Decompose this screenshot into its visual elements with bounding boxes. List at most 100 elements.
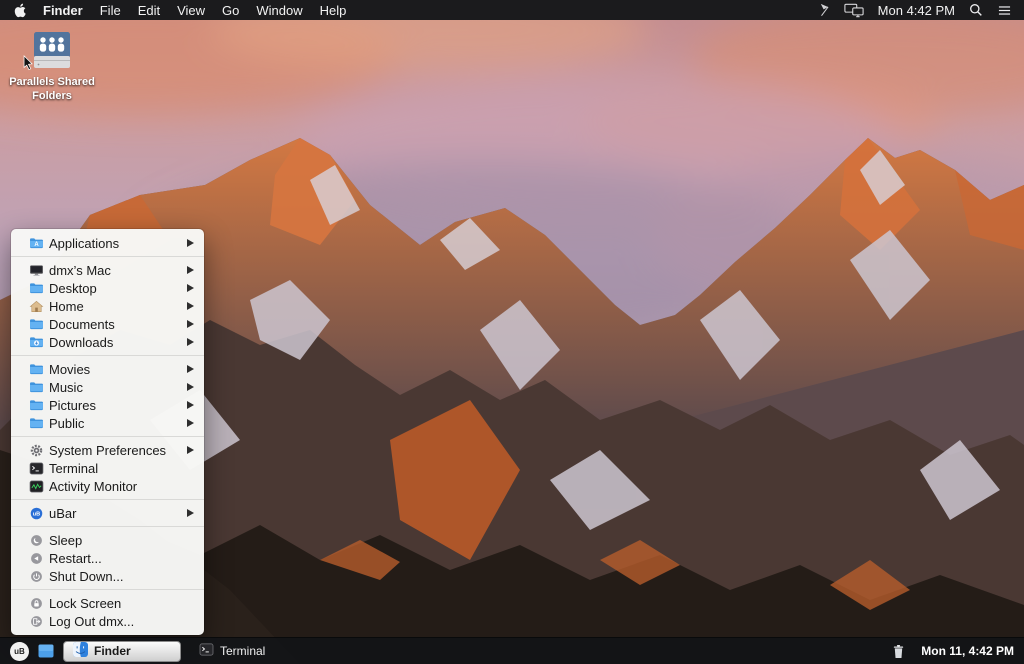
menubar-status-icons xyxy=(818,3,864,18)
submenu-arrow-icon xyxy=(187,509,194,517)
power-icon xyxy=(28,570,44,583)
menu-separator xyxy=(11,355,204,356)
menu-separator xyxy=(11,436,204,437)
menu-separator xyxy=(11,526,204,527)
shared-drive-icon xyxy=(28,30,76,72)
activity-monitor-icon xyxy=(28,480,44,493)
menubar-item-view[interactable]: View xyxy=(177,3,205,18)
menu-item-shut-down[interactable]: Shut Down... xyxy=(11,567,204,585)
svg-text:A: A xyxy=(34,242,39,248)
menu-item-system-preferences[interactable]: System Preferences xyxy=(11,441,204,459)
menu-item-downloads[interactable]: Downloads xyxy=(11,333,204,351)
trash-icon[interactable] xyxy=(892,644,905,659)
menu-item-activity-monitor[interactable]: Activity Monitor xyxy=(11,477,204,495)
menu-item-label: Movies xyxy=(49,362,90,377)
menubar-item-file[interactable]: File xyxy=(100,3,121,18)
folder-icon xyxy=(28,417,44,429)
ubar-icon: uB xyxy=(28,507,44,520)
menu-item-label: Documents xyxy=(49,317,115,332)
folder-icon xyxy=(28,363,44,375)
menu-item-restart[interactable]: Restart... xyxy=(11,549,204,567)
menubar-right-icons xyxy=(969,3,1012,17)
apple-icon xyxy=(14,3,26,18)
menubar-item-edit[interactable]: Edit xyxy=(138,3,160,18)
menubar-item-window[interactable]: Window xyxy=(256,3,302,18)
folder-icon xyxy=(28,399,44,411)
sleep-icon xyxy=(28,534,44,547)
spotlight-search-icon[interactable] xyxy=(969,3,983,17)
menu-item-home[interactable]: Home xyxy=(11,297,204,315)
task-button-terminal[interactable]: Terminal xyxy=(190,641,286,662)
blue-desktop-icon[interactable] xyxy=(38,644,54,658)
submenu-arrow-icon xyxy=(187,446,194,454)
menu-item-desktop[interactable]: Desktop xyxy=(11,279,204,297)
menu-item-label: Activity Monitor xyxy=(49,479,137,494)
menu-item-music[interactable]: Music xyxy=(11,378,204,396)
parallels-shared-folders-desktop-icon[interactable]: Parallels Shared Folders xyxy=(6,30,98,104)
folder-icon xyxy=(28,282,44,294)
submenu-arrow-icon xyxy=(187,302,194,310)
menu-separator xyxy=(11,256,204,257)
mouse-cursor-icon xyxy=(23,55,34,76)
shared-displays-icon[interactable] xyxy=(844,3,864,18)
menu-item-label: Applications xyxy=(49,236,119,251)
menu-item-terminal[interactable]: Terminal xyxy=(11,459,204,477)
task-button-finder[interactable]: Finder xyxy=(63,641,181,662)
submenu-arrow-icon xyxy=(187,338,194,346)
menubar-item-help[interactable]: Help xyxy=(320,3,347,18)
ubar-context-menu: A Applications dmx’s Mac Desktop Home Do… xyxy=(11,229,204,635)
menu-item-movies[interactable]: Movies xyxy=(11,360,204,378)
submenu-arrow-icon xyxy=(187,266,194,274)
submenu-arrow-icon xyxy=(187,239,194,247)
menu-item-lock-screen[interactable]: Lock Screen xyxy=(11,594,204,612)
menu-item-label: Public xyxy=(49,416,84,431)
notification-center-icon[interactable] xyxy=(997,4,1012,17)
home-icon xyxy=(28,300,44,313)
computer-icon xyxy=(28,264,44,277)
restart-icon xyxy=(28,552,44,565)
menubar-item-go[interactable]: Go xyxy=(222,3,239,18)
submenu-arrow-icon xyxy=(187,383,194,391)
menu-item-ubar[interactable]: uB uBar xyxy=(11,504,204,522)
menu-item-label: Terminal xyxy=(49,461,98,476)
menu-item-public[interactable]: Public xyxy=(11,414,204,432)
parallels-flag-icon[interactable] xyxy=(818,3,832,17)
folder-icon xyxy=(28,318,44,330)
menubar-app-menus: File Edit View Go Window Help xyxy=(100,3,347,18)
menu-item-pictures[interactable]: Pictures xyxy=(11,396,204,414)
menu-item-label: Pictures xyxy=(49,398,96,413)
menu-item-label: Home xyxy=(49,299,84,314)
taskbar-tasks: Finder Terminal xyxy=(54,641,286,662)
menu-item-sleep[interactable]: Sleep xyxy=(11,531,204,549)
menu-item-applications[interactable]: A Applications xyxy=(11,234,204,252)
logout-icon xyxy=(28,615,44,628)
submenu-arrow-icon xyxy=(187,284,194,292)
menubar-clock[interactable]: Mon 4:42 PM xyxy=(878,3,955,18)
menu-item-label: Sleep xyxy=(49,533,82,548)
taskbar-clock[interactable]: Mon 11, 4:42 PM xyxy=(921,644,1014,658)
terminal-icon xyxy=(28,462,44,475)
menu-item-label: Restart... xyxy=(49,551,102,566)
menu-bar: Finder File Edit View Go Window Help Mon 4:42… xyxy=(0,0,1024,20)
menu-separator xyxy=(11,499,204,500)
menu-item-documents[interactable]: Documents xyxy=(11,315,204,333)
apple-menu[interactable] xyxy=(14,3,26,18)
desktop-icon-label: Parallels Shared Folders xyxy=(6,76,98,104)
task-button-label: Terminal xyxy=(220,644,265,658)
folder-download-icon xyxy=(28,336,44,348)
menu-item-label: System Preferences xyxy=(49,443,166,458)
menu-item-label: Shut Down... xyxy=(49,569,123,584)
ubar-menu-button[interactable]: uB xyxy=(10,642,29,661)
menubar-app-name[interactable]: Finder xyxy=(43,3,83,18)
menu-item-label: Desktop xyxy=(49,281,97,296)
task-button-label: Finder xyxy=(94,644,131,658)
applications-folder-icon: A xyxy=(28,237,44,249)
menu-item-label: uBar xyxy=(49,506,76,521)
folder-icon xyxy=(28,381,44,393)
menu-item-log-out-dmx[interactable]: Log Out dmx... xyxy=(11,612,204,630)
menu-item-label: Music xyxy=(49,380,83,395)
menu-item-dmx-s-mac[interactable]: dmx’s Mac xyxy=(11,261,204,279)
submenu-arrow-icon xyxy=(187,320,194,328)
gear-icon xyxy=(28,444,44,457)
menu-item-label: Lock Screen xyxy=(49,596,121,611)
